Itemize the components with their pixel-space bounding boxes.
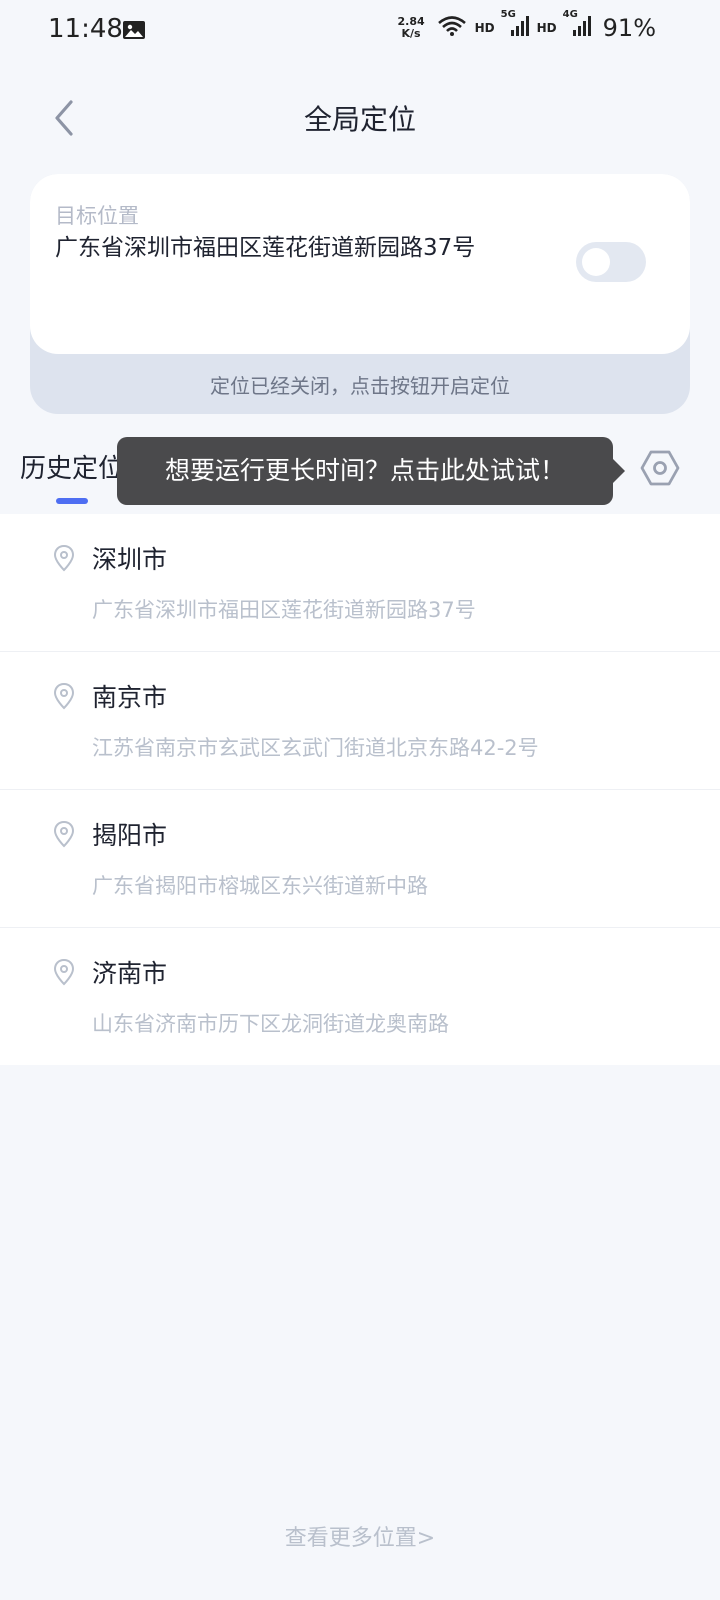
settings-button[interactable] xyxy=(638,446,682,490)
signal-4g-label: 4G xyxy=(562,9,578,20)
location-pin-icon xyxy=(53,958,75,986)
list-item[interactable]: 济南市 山东省济南市历下区龙洞街道龙奥南路 xyxy=(0,928,720,1065)
list-item-city: 济南市 xyxy=(92,959,168,988)
hexagon-settings-icon xyxy=(640,450,680,486)
location-pin-icon xyxy=(53,544,75,572)
target-location-card: 目标位置 广东省深圳市福田区莲花街道新园路37号 xyxy=(30,174,690,354)
run-longer-tooltip[interactable]: 想要运行更长时间？点击此处试试！ xyxy=(117,437,625,505)
signal-5g-label: 5G xyxy=(500,9,516,20)
list-item-address: 山东省济南市历下区龙洞街道龙奥南路 xyxy=(92,1012,449,1036)
network-speed: 2.84 K/s xyxy=(397,16,424,40)
list-item-city: 揭阳市 xyxy=(92,821,168,850)
tab-active-indicator xyxy=(56,498,88,504)
list-item-city: 南京市 xyxy=(92,683,168,712)
location-toggle[interactable] xyxy=(576,242,646,282)
location-pin-icon xyxy=(53,820,75,848)
list-item[interactable]: 揭阳市 广东省揭阳市榕城区东兴街道新中路 xyxy=(0,790,720,928)
status-indicators: 2.84 K/s HD 5G HD 4G 91% xyxy=(397,9,656,42)
status-bar: 11:48 2.84 K/s HD 5G HD 4G 91% xyxy=(0,0,720,62)
signal-5g-icon: 5G xyxy=(501,9,529,41)
list-item-address: 江苏省南京市玄武区玄武门街道北京东路42-2号 xyxy=(92,736,539,760)
wifi-icon xyxy=(437,15,467,41)
status-time: 11:48 xyxy=(48,14,123,44)
target-location-address: 广东省深圳市福田区莲花街道新园路37号 xyxy=(55,235,476,261)
hd-indicator: HD xyxy=(474,21,495,35)
target-location-label: 目标位置 xyxy=(55,204,139,228)
signal-4g-icon: 4G xyxy=(563,9,591,41)
list-item-city: 深圳市 xyxy=(92,545,168,574)
network-speed-unit: K/s xyxy=(401,27,421,40)
tab-history[interactable]: 历史定位 xyxy=(20,448,124,485)
list-item-address: 广东省揭阳市榕城区东兴街道新中路 xyxy=(92,874,428,898)
list-item[interactable]: 南京市 江苏省南京市玄武区玄武门街道北京东路42-2号 xyxy=(0,652,720,790)
header: 全局定位 xyxy=(0,82,720,154)
battery-level: 91% xyxy=(602,14,656,42)
hd-indicator-2: HD xyxy=(536,21,557,35)
location-status-text: 定位已经关闭，点击按钮开启定位 xyxy=(210,374,510,398)
location-pin-icon xyxy=(53,682,75,710)
page-title: 全局定位 xyxy=(303,103,416,136)
history-list: 深圳市 广东省深圳市福田区莲花街道新园路37号 南京市 江苏省南京市玄武区玄武门… xyxy=(0,514,720,1065)
toggle-knob xyxy=(582,248,610,276)
target-location-panel: 目标位置 广东省深圳市福田区莲花街道新园路37号 定位已经关闭，点击按钮开启定位 xyxy=(30,174,690,414)
list-item-address: 广东省深圳市福田区莲花街道新园路37号 xyxy=(92,598,476,622)
gallery-notification-icon xyxy=(122,20,146,40)
view-more-locations-link[interactable]: 查看更多位置> xyxy=(0,1520,720,1552)
list-item[interactable]: 深圳市 广东省深圳市福田区莲花街道新园路37号 xyxy=(0,514,720,652)
